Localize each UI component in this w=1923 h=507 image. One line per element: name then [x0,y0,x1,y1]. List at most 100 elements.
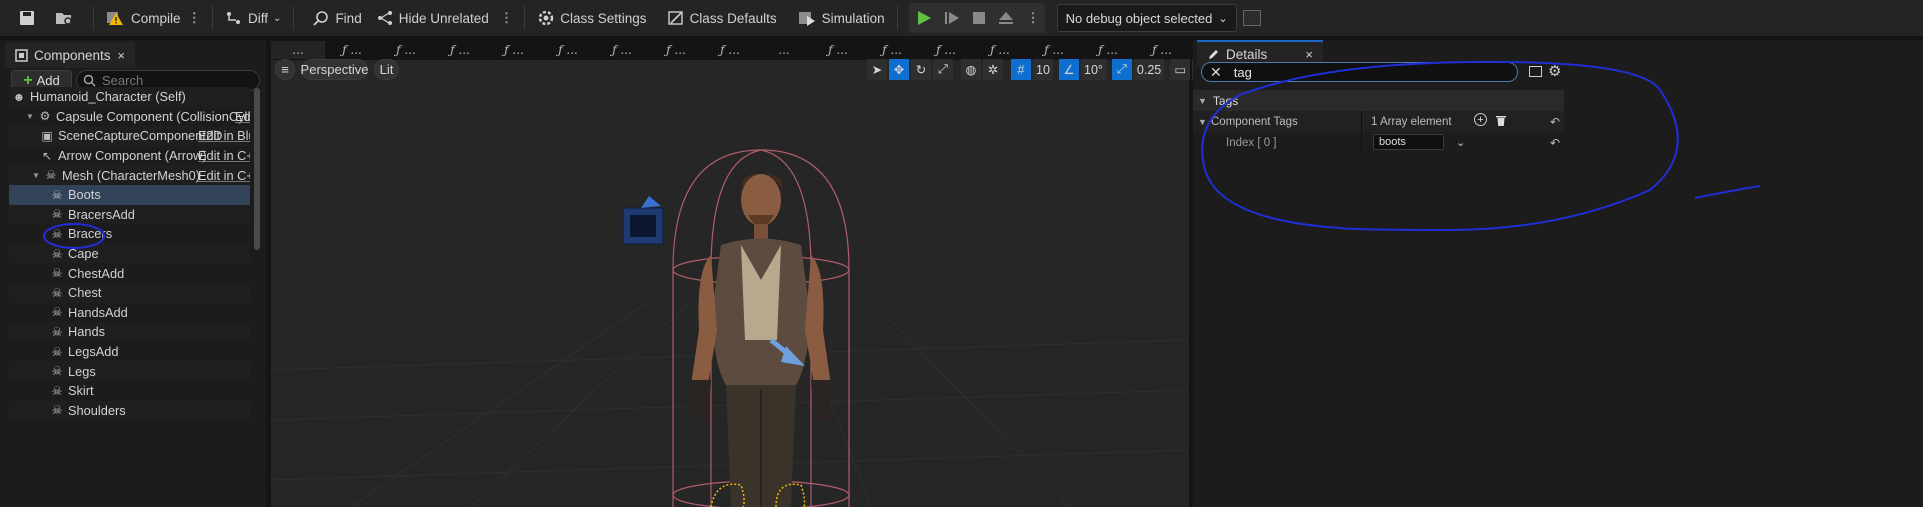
tree-item[interactable]: ▼ ☠ Mesh (CharacterMesh0)Edit in C++ [9,165,250,185]
class-settings-button[interactable]: Class Settings [530,3,653,33]
tree-item[interactable]: ☠ Chest [9,282,250,303]
rotation-snap-value[interactable]: 10° [1081,59,1106,80]
scale-mode-icon[interactable]: ⤢ [933,59,953,80]
settings-gear-icon[interactable]: ⚙ [1548,62,1561,80]
details-search-input[interactable]: ✕ tag [1201,62,1518,82]
save-button[interactable] [0,3,46,33]
skeletal-mesh-icon: ☠ [45,168,57,183]
component-tree: ☻ Humanoid_Character (Self) ▼ ⚙ Capsule Comp… [9,87,250,421]
tree-item[interactable]: ☠ Bracers [9,224,250,244]
tree-item[interactable]: ☠ Shoulders [9,400,250,421]
edit-link[interactable]: Edi [235,109,250,124]
reset-to-default-icon[interactable]: ↶ [1550,136,1560,150]
compile-button[interactable]: Compile ⋮ [99,3,207,33]
select-mode-icon[interactable]: ➤ [867,59,887,80]
play-options-icon[interactable]: ⋮ [1027,10,1040,26]
table-view-icon[interactable] [1529,66,1542,77]
tree-item[interactable]: ☠ Boots [9,184,250,205]
advance-frame-icon[interactable] [943,9,961,27]
tree-scrollbar[interactable] [254,88,260,250]
tree-item[interactable]: ☠ Legs [9,361,250,381]
graph-tab[interactable]: ... [271,41,325,59]
graph-tab[interactable]: ƒ ... [865,41,919,59]
tree-item[interactable]: ▼ ⚙ Capsule Component (CollisionCylinder)E… [9,107,250,127]
graph-tab[interactable]: ƒ ... [811,41,865,59]
rotate-mode-icon[interactable]: ↻ [911,59,931,80]
debug-browse-icon[interactable] [1242,10,1261,26]
graph-tab[interactable]: ƒ ... [325,41,379,59]
translate-mode-icon[interactable]: ✥ [889,59,909,80]
tree-item[interactable]: ☠ Hands [9,322,250,342]
edit-link[interactable]: Edit in Bluep [198,128,250,143]
graph-tab[interactable]: ƒ ... [649,41,703,59]
scale-snap-value[interactable]: 0.25 [1133,59,1165,80]
tree-item[interactable]: ☠ BracersAdd [9,204,250,225]
browse-button[interactable] [46,3,88,33]
tree-item[interactable]: ☠ ChestAdd [9,263,250,283]
tree-item[interactable]: ▣SceneCaptureComponent2DEdit in Bluep [9,126,250,146]
graph-tab[interactable]: ... [757,41,811,59]
close-icon[interactable]: × [117,48,125,63]
close-icon[interactable]: × [1305,47,1313,62]
graph-tab[interactable]: ƒ ... [541,41,595,59]
save-icon [20,11,34,25]
tree-item[interactable]: ☠ Cape [9,243,250,264]
component-tags-label: Component Tags [1211,115,1298,128]
graph-tab[interactable]: ƒ ... [433,41,487,59]
category-tags[interactable]: ▼ Tags [1193,90,1564,111]
expand-arrow-icon[interactable]: ▼ [32,171,40,180]
expand-arrow-icon[interactable]: ▼ [1198,117,1207,127]
tree-item-label: LegsAdd [68,344,119,360]
tree-item[interactable]: ☠ HandsAdd [9,303,250,323]
world-local-icon[interactable]: ◍ [961,59,981,80]
graph-tab[interactable]: ƒ ... [1135,41,1189,59]
clear-search-icon[interactable]: ✕ [1210,64,1222,81]
find-button[interactable]: Find [305,3,368,33]
stop-icon[interactable] [971,10,987,26]
rotation-snap-icon[interactable]: ∠ [1059,59,1079,80]
component-tags-row: ▼ Component Tags 1 Array element + ↶ [1193,111,1564,132]
surface-snap-icon[interactable]: ✲ [983,59,1003,80]
arrow-icon: ↖ [41,148,53,163]
reset-to-default-icon[interactable]: ↶ [1550,115,1560,129]
edit-link[interactable]: Edit in C++ [198,148,250,163]
perspective-button[interactable]: Perspective [301,59,368,80]
edit-link[interactable]: Edit in C++ [198,168,250,183]
camera-speed-icon[interactable]: ▭ [1170,59,1191,80]
scale-snap-icon[interactable]: ⤢ [1111,59,1132,80]
graph-tab[interactable]: ƒ ... [703,41,757,59]
graph-tab[interactable]: ƒ ... [973,41,1027,59]
tree-item[interactable]: ☠ Skirt [9,381,250,401]
simulation-button[interactable]: Simulation [790,3,892,33]
skeletal-mesh-icon: ☠ [51,285,63,300]
expand-arrow-icon[interactable]: ▼ [26,112,34,121]
graph-tab[interactable]: ƒ ... [487,41,541,59]
tag-value-input[interactable]: boots [1373,134,1444,150]
play-icon[interactable] [915,9,933,27]
graph-tab[interactable]: ƒ ... [1081,41,1135,59]
debug-object-dropdown[interactable]: No debug object selected ⌄ [1056,4,1237,32]
chevron-down-icon[interactable]: ⌄ [1456,136,1465,149]
hide-unrelated-options-icon[interactable]: ⋮ [500,10,513,26]
grid-snap-icon[interactable]: # [1011,59,1031,80]
graph-tab[interactable]: ƒ ... [1027,41,1081,59]
tree-item[interactable]: ☠ LegsAdd [9,342,250,362]
viewport-menu-button[interactable]: ≡ [275,59,295,80]
compile-options-icon[interactable]: ⋮ [188,10,201,26]
class-defaults-button[interactable]: Class Defaults [660,3,784,33]
viewport[interactable] [271,40,1189,507]
graph-tab[interactable]: ƒ ... [919,41,973,59]
graph-tab[interactable]: ƒ ... [595,41,649,59]
lit-button[interactable]: Lit [374,59,399,80]
add-element-icon[interactable]: + [1474,113,1487,126]
trash-icon[interactable] [1495,114,1507,127]
grid-snap-value[interactable]: 10 [1033,59,1053,80]
chevron-down-icon: ⌄ [1218,12,1228,25]
tab-components[interactable]: Components × [5,42,135,68]
eject-icon[interactable] [997,9,1015,27]
tree-item[interactable]: ↖ Arrow Component (Arrow)Edit in C++ [9,146,250,166]
tree-item[interactable]: ☻ Humanoid_Character (Self) [9,87,250,107]
graph-tab[interactable]: ƒ ... [379,41,433,59]
hide-unrelated-button[interactable]: Hide Unrelated ⋮ [369,3,520,33]
diff-button[interactable]: Diff ⌄ [218,3,288,33]
